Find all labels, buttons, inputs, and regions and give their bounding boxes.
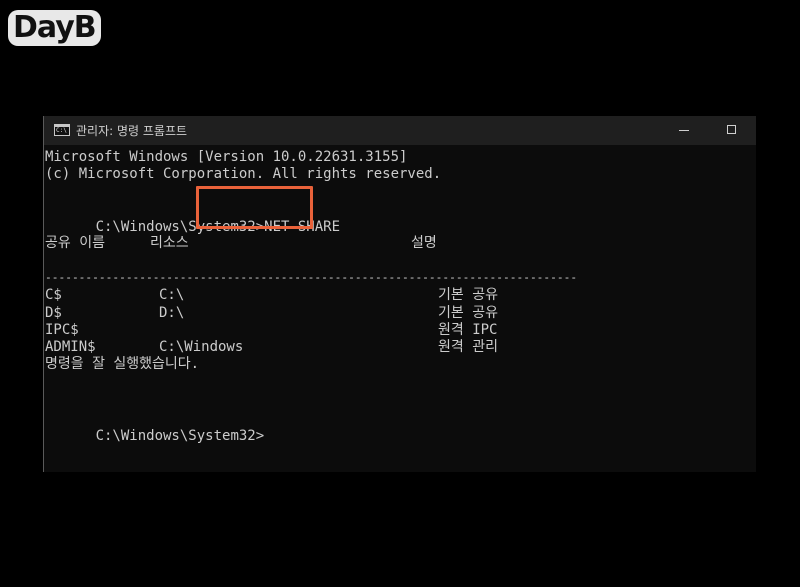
- share-name: ADMIN$: [45, 339, 96, 355]
- title-bar[interactable]: 관리자: 명령 프롬프트: [44, 116, 756, 145]
- share-resource: C:\Windows: [159, 339, 244, 355]
- table-row: IPC$ 원격 IPC: [45, 322, 745, 340]
- share-remark: 기본 공유: [438, 287, 498, 303]
- banner-line: Microsoft Windows [Version 10.0.22631.31…: [45, 149, 408, 165]
- success-message: 명령을 잘 실행했습니다.: [45, 356, 200, 372]
- console-output[interactable]: Microsoft Windows [Version 10.0.22631.31…: [45, 149, 756, 472]
- logo-text: DayB: [8, 10, 101, 46]
- table-row: D$ D:\ 기본 공유: [45, 305, 745, 323]
- share-name: D$: [45, 305, 62, 321]
- cmd-icon: [54, 124, 70, 136]
- share-resource: C:\: [159, 287, 185, 303]
- separator-line: ----------------------------------------…: [45, 271, 578, 284]
- share-remark: 원격 관리: [438, 339, 498, 355]
- prompt-line[interactable]: C:\Windows\System32>: [45, 410, 265, 444]
- dayb-logo: DayB: [8, 10, 101, 46]
- share-resource: D:\: [159, 305, 185, 321]
- share-remark: 원격 IPC: [438, 322, 498, 338]
- share-name: IPC$: [45, 322, 79, 338]
- window-title: 관리자: 명령 프롬프트: [76, 124, 188, 138]
- header-remark: 설명: [411, 235, 437, 251]
- banner-line: (c) Microsoft Corporation. All rights re…: [45, 166, 442, 182]
- share-remark: 기본 공유: [438, 305, 498, 321]
- header-resource: 리소스: [150, 235, 189, 251]
- table-row: ADMIN$ C:\Windows 원격 관리: [45, 339, 745, 357]
- table-row: C$ C:\ 기본 공유: [45, 287, 745, 305]
- minimize-button[interactable]: [668, 120, 698, 140]
- command-highlight-box: [196, 186, 313, 229]
- prompt-path: C:\Windows\System32>: [95, 427, 265, 444]
- header-row: 공유 이름 리소스 설명: [45, 235, 745, 253]
- maximize-button[interactable]: [717, 120, 747, 140]
- command-prompt-window[interactable]: 관리자: 명령 프롬프트 Microsoft Windows [Version …: [43, 116, 756, 472]
- share-name: C$: [45, 287, 62, 303]
- header-share-name: 공유 이름: [45, 235, 105, 251]
